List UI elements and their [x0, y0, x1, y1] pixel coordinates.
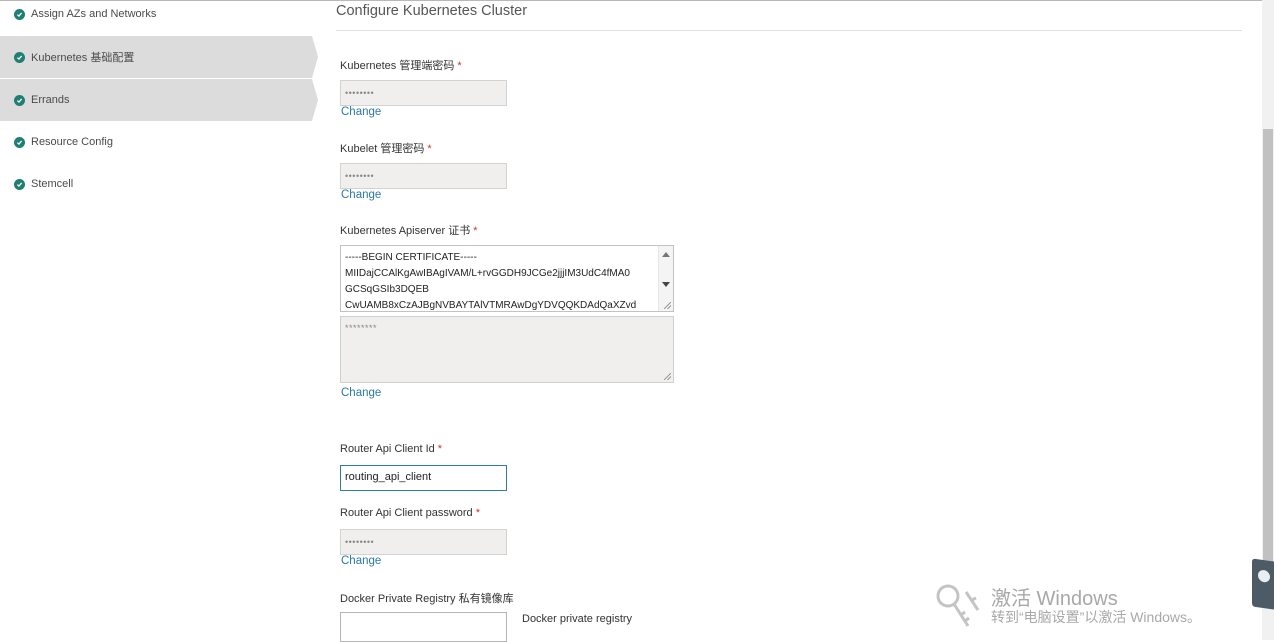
label-text: Kubelet 管理密码 [340, 143, 425, 155]
router-client-id-input[interactable]: routing_api_client [340, 465, 507, 491]
field-label-router-client-id: Router Api Client Id * [340, 443, 442, 455]
help-tab[interactable] [1252, 558, 1274, 610]
check-icon [14, 178, 25, 190]
label-text: Kubernetes 管理端密码 [340, 60, 455, 72]
sidebar-item-label: Kubernetes 基础配置 [31, 52, 135, 64]
cert-line: CwUAMB8xCzAJBgNVBAYTAlVTMRAwDgYDVQQKDAdQ… [345, 300, 637, 311]
required-marker: * [427, 143, 432, 155]
sidebar-item-stemcell[interactable]: Stemcell [0, 163, 318, 205]
sidebar-item-kubernetes-config[interactable]: Kubernetes 基础配置 [0, 36, 318, 78]
check-icon [14, 136, 25, 148]
sidebar-item-errands[interactable]: Errands [0, 79, 318, 121]
sidebar-item-label: Stemcell [31, 178, 74, 190]
check-icon [14, 51, 25, 63]
field-label-docker-registry: Docker Private Registry 私有镜像库 [340, 593, 514, 605]
resize-grip-icon[interactable] [664, 373, 671, 380]
kubelet-password-field[interactable]: •••••••• [340, 163, 507, 189]
cert-line: -----BEGIN CERTIFICATE----- [345, 252, 477, 263]
required-marker: * [457, 60, 462, 72]
page-title: Configure Kubernetes Cluster [336, 3, 528, 19]
field-label-apiserver-cert: Kubernetes Apiserver 证书 * [340, 222, 478, 238]
label-text: Kubernetes Apiserver 证书 [340, 225, 471, 237]
required-marker: * [473, 225, 478, 237]
masked-value: ******** [345, 323, 378, 333]
key-watermark-icon [936, 584, 980, 627]
sidebar-item-assign-azs[interactable]: Assign AZs and Networks [0, 0, 318, 35]
docker-registry-hint: Docker private registry [522, 613, 633, 625]
scroll-up-icon[interactable] [662, 252, 670, 257]
sidebar-item-label: Assign AZs and Networks [31, 8, 157, 20]
sidebar: Assign AZs and Networks Kubernetes 基础配置 … [0, 0, 318, 640]
apiserver-private-key-field[interactable]: ******** [340, 316, 674, 383]
field-label-router-client-password: Router Api Client password * [340, 507, 480, 519]
change-apiserver-cert-link[interactable]: Change [341, 387, 381, 399]
sidebar-item-label: Errands [31, 94, 70, 106]
field-label-k8s-admin-password: Kubernetes 管理端密码 * [340, 57, 462, 73]
field-label-kubelet-password: Kubelet 管理密码 * [340, 140, 432, 156]
sidebar-item-label: Resource Config [31, 136, 113, 148]
main-content: Configure Kubernetes Cluster Kubernetes … [336, 0, 1242, 642]
sidebar-item-resource-config[interactable]: Resource Config [0, 121, 318, 163]
chat-icon [1258, 569, 1270, 583]
resize-grip-icon[interactable] [664, 302, 671, 309]
page-scrollbar-thumb[interactable] [1263, 129, 1273, 569]
change-kubelet-password-link[interactable]: Change [341, 189, 381, 201]
watermark-subtitle: 转到“电脑设置”以激活 Windows。 [991, 609, 1202, 625]
required-marker: * [437, 443, 443, 455]
check-icon [14, 8, 25, 20]
check-icon [14, 94, 25, 106]
cert-line: MIIDajCCAlKgAwIBAgIVAM/L+rvGGDH9JCGe2jjj… [345, 268, 630, 279]
change-router-client-password-link[interactable]: Change [341, 555, 381, 567]
cert-line: GCSqGSIb3DQEB [345, 284, 429, 295]
title-divider [336, 30, 1242, 31]
k8s-admin-password-field[interactable]: •••••••• [340, 80, 507, 106]
label-text: Router Api Client Id [340, 443, 435, 455]
docker-registry-input[interactable] [340, 612, 507, 642]
apiserver-cert-textarea[interactable]: -----BEGIN CERTIFICATE----- MIIDajCCAlKg… [340, 245, 674, 312]
required-marker: * [475, 507, 480, 519]
change-k8s-admin-password-link[interactable]: Change [341, 106, 381, 118]
router-client-password-field[interactable]: •••••••• [340, 529, 507, 555]
label-text: Router Api Client password [340, 507, 473, 519]
scroll-down-icon[interactable] [662, 282, 670, 287]
